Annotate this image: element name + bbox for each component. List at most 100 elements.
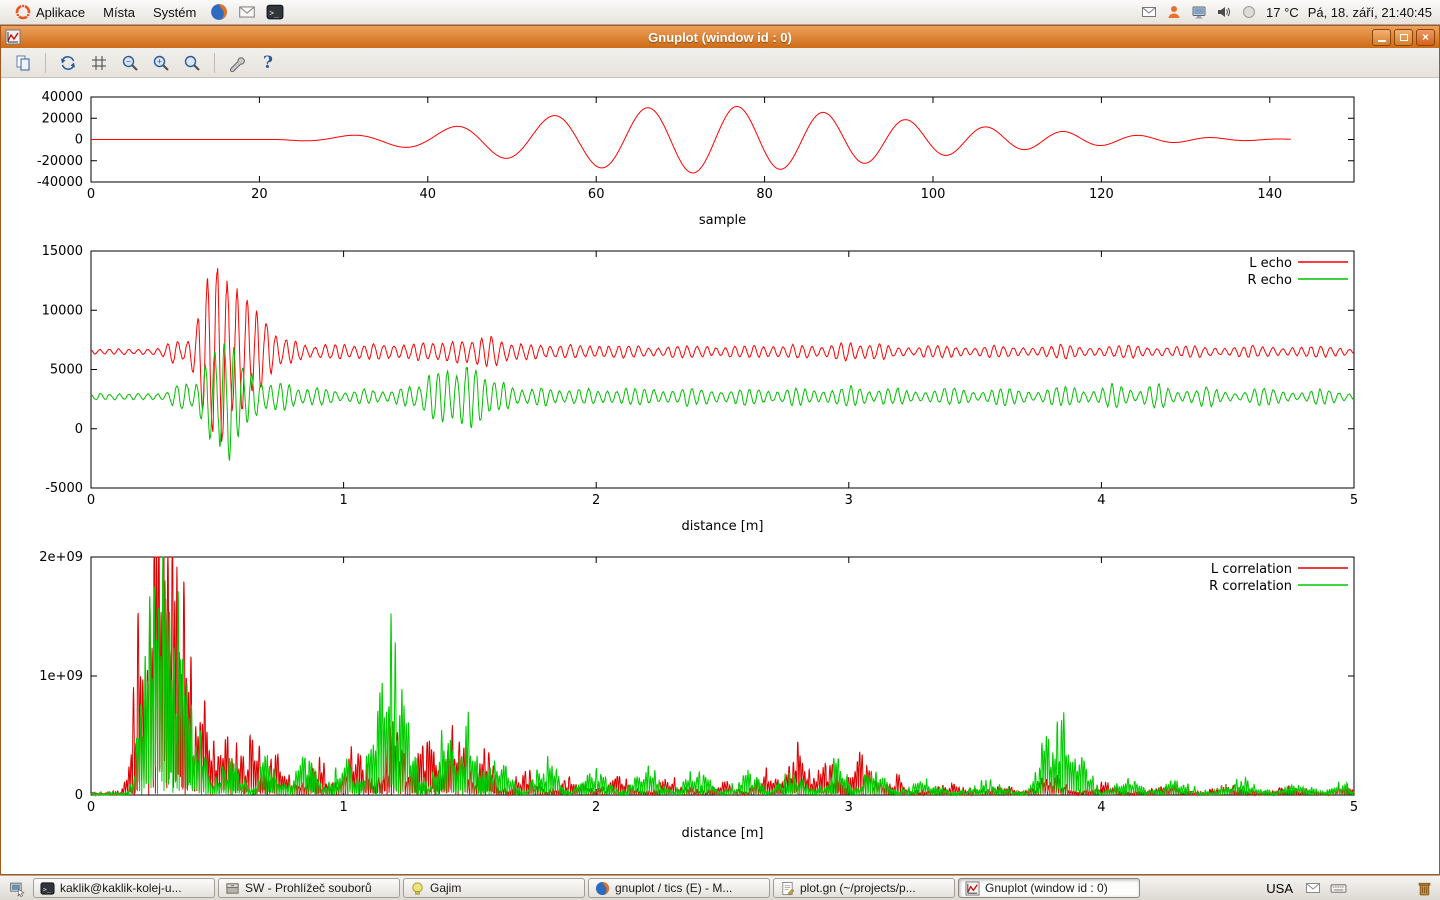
y-tick-label: 0 [75, 788, 83, 803]
legend-label: R correlation [1209, 579, 1292, 594]
trash-icon[interactable] [1413, 880, 1436, 897]
svg-text:>_: >_ [270, 8, 280, 17]
window-title: Gnuplot (window id : 0) [1, 30, 1439, 45]
wrench-icon [228, 54, 246, 72]
x-tick-label: 0 [87, 800, 95, 815]
plot-frame [91, 557, 1354, 795]
replot-icon [59, 54, 77, 72]
zoom-previous-icon: − [121, 54, 139, 72]
x-axis-label: distance [m] [681, 826, 763, 841]
series-line [91, 107, 1291, 174]
toggle-grid-button[interactable] [87, 51, 111, 75]
y-tick-label: 20000 [42, 111, 83, 126]
mail-notification-icon[interactable] [1141, 4, 1157, 20]
configure-button[interactable] [225, 51, 249, 75]
taskbar-window-file-browser[interactable]: SW - Prohlížeč souborů [218, 878, 400, 898]
x-tick-label: 20 [251, 187, 268, 202]
autoscale-button[interactable] [180, 51, 204, 75]
y-tick-label: -20000 [37, 154, 83, 169]
ubuntu-logo-icon [15, 4, 31, 20]
file-manager-icon [225, 881, 240, 896]
maximize-icon [1400, 34, 1408, 41]
svg-text:>_: >_ [43, 885, 51, 893]
minimize-icon [1378, 40, 1386, 42]
x-axis-label: sample [699, 213, 746, 228]
help-button[interactable]: ? [256, 51, 280, 75]
desktop: Aplikace Místa Systém >_ [0, 0, 1440, 900]
minimize-button[interactable] [1372, 29, 1391, 46]
y-tick-label: 5000 [50, 363, 83, 378]
x-tick-label: 100 [921, 187, 946, 202]
plot-canvas: 020406080100120140-40000-200000200004000… [1, 78, 1439, 874]
gnuplot-icon [965, 881, 980, 896]
series-line [91, 344, 1354, 461]
mail-launcher-icon[interactable] [233, 0, 261, 24]
x-tick-label: 60 [588, 187, 605, 202]
taskbar: >_ kaklik@kaklik-kolej-u... SW - Prohlíž… [0, 875, 1440, 900]
x-tick-label: 140 [1257, 187, 1282, 202]
menu-places[interactable]: Místa [94, 0, 144, 24]
keyboard-layout-indicator[interactable]: USA [1260, 881, 1299, 896]
gnuplot-window-icon [5, 29, 21, 45]
x-tick-label: 0 [87, 187, 95, 202]
y-tick-label: 15000 [42, 244, 83, 259]
x-tick-label: 3 [845, 800, 853, 815]
mail-tray-icon[interactable] [1302, 880, 1324, 896]
y-tick-label: 0 [75, 133, 83, 148]
keyboard-icon[interactable] [1327, 880, 1350, 897]
x-tick-label: 120 [1089, 187, 1114, 202]
display-icon[interactable] [1191, 4, 1207, 20]
x-tick-label: 1 [339, 800, 347, 815]
y-tick-label: 10000 [42, 303, 83, 318]
x-axis-label: distance [m] [681, 519, 763, 534]
x-tick-label: 5 [1350, 493, 1358, 508]
maximize-button[interactable] [1394, 29, 1413, 46]
weather-icon[interactable] [1241, 4, 1257, 20]
menu-applications[interactable]: Aplikace [6, 0, 94, 24]
gajim-icon [410, 881, 425, 896]
zoom-previous-button[interactable]: − [118, 51, 142, 75]
menu-label-applications: Aplikace [36, 5, 85, 20]
y-tick-label: 2e+09 [39, 550, 83, 565]
zoom-next-button[interactable]: + [149, 51, 173, 75]
replot-button[interactable] [56, 51, 80, 75]
y-tick-label: 1e+09 [39, 669, 83, 684]
menu-system[interactable]: Systém [144, 0, 205, 24]
show-desktop-button[interactable] [4, 877, 30, 899]
firefox-icon [595, 881, 610, 896]
x-tick-label: 2 [592, 493, 600, 508]
toolbar-separator [45, 53, 46, 73]
clock[interactable]: Pá, 18. září, 21:40:45 [1308, 5, 1432, 20]
toolbar-separator [214, 53, 215, 73]
copy-to-clipboard-button[interactable] [11, 51, 35, 75]
show-desktop-icon [9, 880, 26, 897]
x-tick-label: 1 [339, 493, 347, 508]
titlebar[interactable]: Gnuplot (window id : 0) × [1, 26, 1439, 48]
taskbar-window-text-editor[interactable]: plot.gn (~/projects/p... [773, 878, 955, 898]
legend-label: R echo [1247, 273, 1292, 288]
taskbar-window-gajim[interactable]: Gajim [403, 878, 585, 898]
taskbar-window-firefox[interactable]: gnuplot / tics (E) - M... [588, 878, 770, 898]
firefox-launcher-icon[interactable] [205, 0, 233, 24]
x-tick-label: 2 [592, 800, 600, 815]
plot-frame [91, 251, 1354, 488]
terminal-icon: >_ [40, 881, 55, 896]
taskbar-window-terminal[interactable]: >_ kaklik@kaklik-kolej-u... [33, 878, 215, 898]
x-tick-label: 40 [420, 187, 437, 202]
svg-text:−: − [126, 56, 131, 66]
close-button[interactable]: × [1416, 29, 1435, 46]
copy-icon [14, 54, 32, 72]
series-line [91, 557, 1354, 795]
x-tick-label: 4 [1097, 800, 1105, 815]
zoom-next-icon: + [152, 54, 170, 72]
temperature-indicator[interactable]: 17 °C [1266, 5, 1299, 20]
x-tick-label: 4 [1097, 493, 1105, 508]
y-tick-label: -40000 [37, 175, 83, 190]
gnuplot-plots[interactable]: 020406080100120140-40000-200000200004000… [1, 78, 1439, 874]
user-session-icon[interactable] [1166, 4, 1182, 20]
terminal-launcher-icon[interactable]: >_ [261, 0, 289, 24]
taskbar-window-gnuplot[interactable]: Gnuplot (window id : 0) [958, 878, 1140, 898]
volume-icon[interactable] [1216, 4, 1232, 20]
system-tray: 17 °C Pá, 18. září, 21:40:45 [1141, 4, 1434, 20]
x-tick-label: 80 [756, 187, 773, 202]
